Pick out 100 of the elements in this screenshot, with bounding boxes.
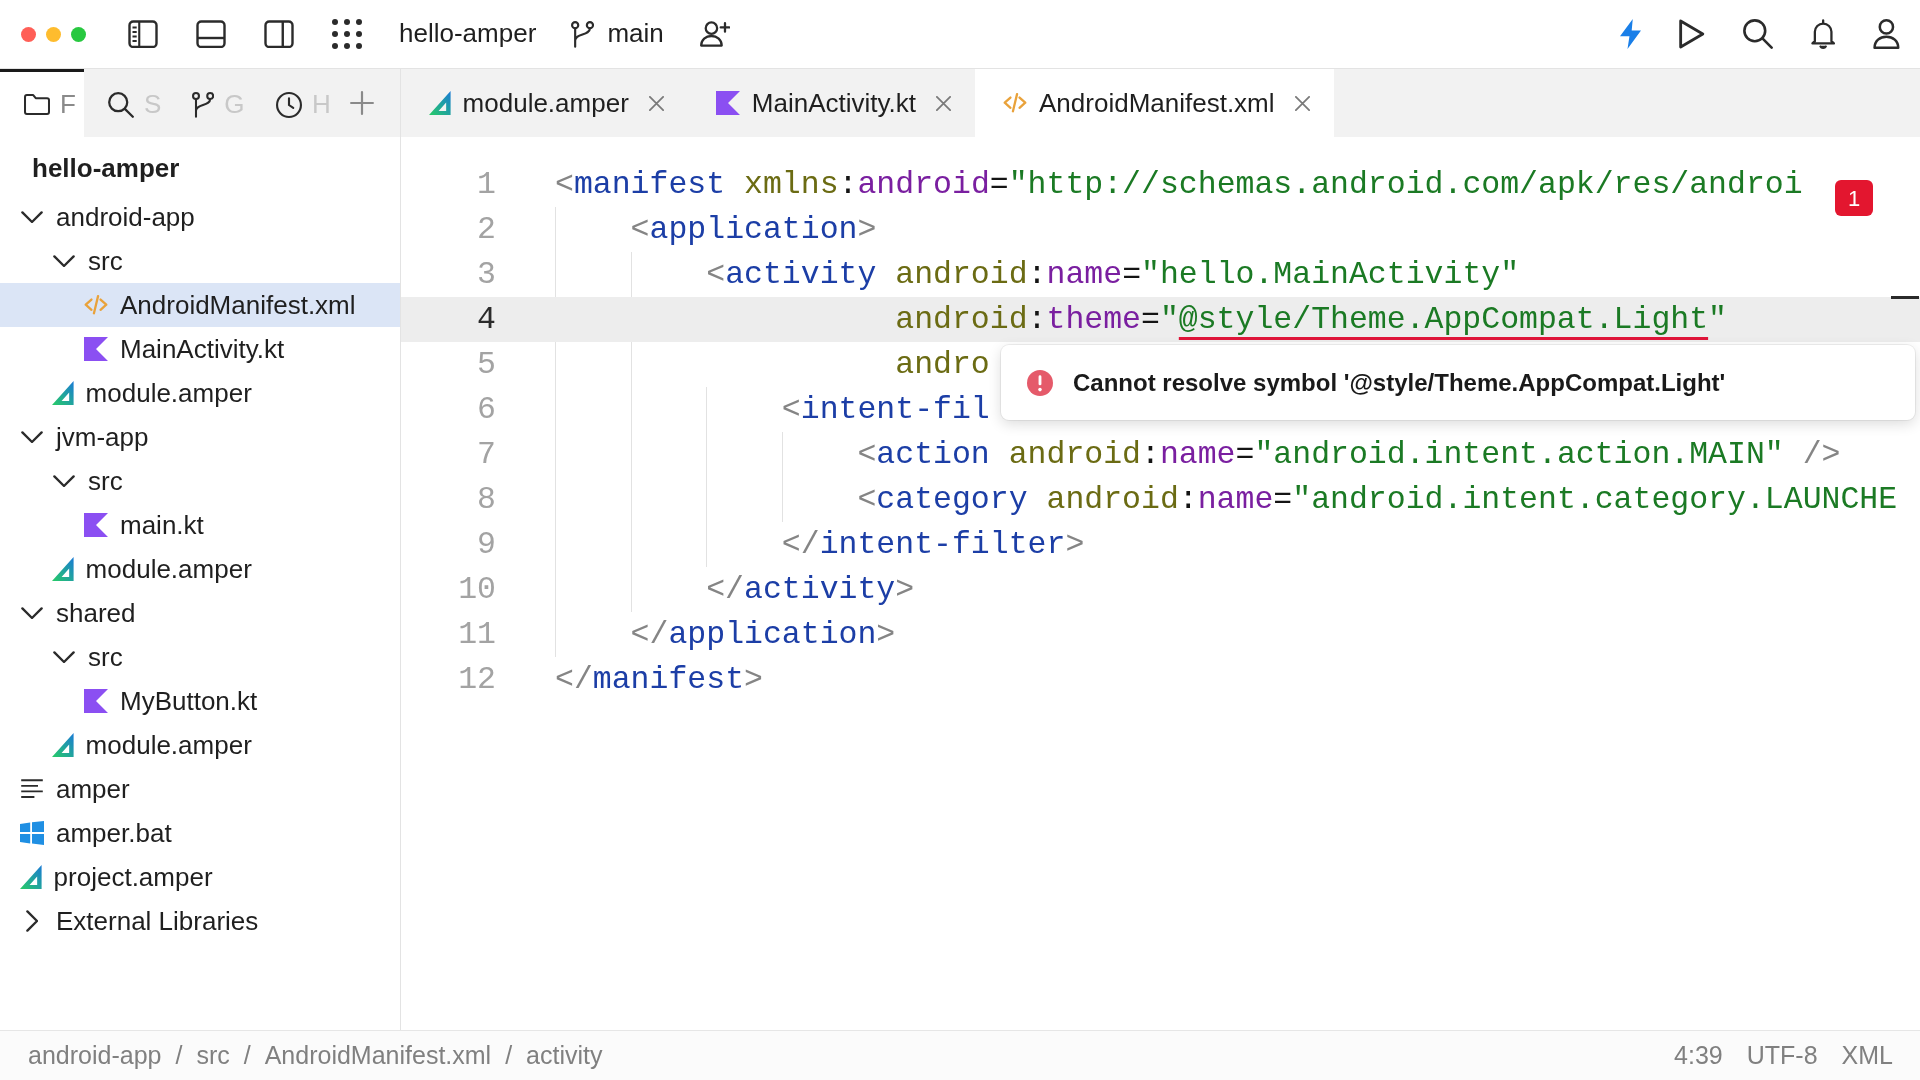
close-icon[interactable]	[936, 95, 951, 111]
triangle-icon	[52, 733, 74, 757]
chevron-right-icon[interactable]	[25, 910, 39, 932]
k-shape-icon	[84, 513, 108, 537]
four-tiles-icon	[20, 821, 44, 845]
tree-item[interactable]: External Libraries	[0, 899, 400, 943]
line-number: 6	[477, 392, 496, 427]
tree-item[interactable]: MainActivity.kt	[0, 327, 400, 371]
code-line: <intent-fil	[781, 391, 990, 429]
search-icon[interactable]	[1742, 19, 1773, 49]
line-number: 2	[477, 212, 496, 247]
project-title: hello-amper	[31, 152, 181, 185]
chevron-down-icon[interactable]	[21, 430, 43, 444]
tree-item[interactable]: AndroidManifest.xml	[0, 283, 400, 327]
tree-item[interactable]: amper	[0, 767, 400, 811]
tree-item[interactable]: main.kt	[0, 503, 400, 547]
branch-icon	[571, 20, 595, 48]
tree-item[interactable]: module.amper	[0, 723, 400, 767]
breadcrumb-separator: /	[505, 1039, 513, 1071]
line-number: 4	[477, 302, 496, 337]
close-icon[interactable]	[648, 95, 664, 111]
caret-position[interactable]: 4:39	[1674, 1036, 1723, 1075]
code-line: </activity>	[706, 571, 915, 609]
bell-icon[interactable]	[1810, 19, 1836, 49]
code-line: <category android:name="android.intent.category.LAUNCHE	[857, 481, 1898, 519]
tree-item[interactable]: shared	[0, 591, 400, 635]
search-icon	[108, 91, 134, 118]
left-panel-icon[interactable]	[128, 19, 158, 49]
plus-icon[interactable]	[350, 91, 374, 115]
line-number: 1	[477, 167, 496, 202]
breadcrumb-separator: /	[175, 1039, 183, 1071]
branch-icon	[192, 91, 215, 118]
k-shape-icon	[715, 91, 740, 115]
chevron-down-icon[interactable]	[21, 606, 43, 620]
error-count[interactable]: 1	[1835, 180, 1873, 216]
editor-tab[interactable]: module.amper	[401, 69, 688, 137]
code-line: <activity android:name="hello.MainActivity"	[706, 256, 1520, 294]
grid-icon[interactable]	[332, 19, 362, 49]
tree-item[interactable]: module.amper	[0, 547, 400, 591]
editor-tab[interactable]: MainActivity.kt	[687, 69, 975, 137]
code-icon	[84, 295, 108, 315]
tree-item[interactable]: module.amper	[0, 371, 400, 415]
branch-selector[interactable]: main	[571, 18, 664, 50]
tree-item[interactable]: android-app	[0, 195, 400, 239]
bottom-panel-icon[interactable]	[196, 19, 226, 49]
scrollbar-marker	[1891, 296, 1919, 299]
user-icon[interactable]	[1873, 19, 1900, 49]
code-line: <application>	[630, 211, 877, 249]
chevron-down-icon[interactable]	[53, 474, 75, 488]
line-number: 12	[458, 662, 496, 697]
breadcrumb-item[interactable]: AndroidManifest.xml	[264, 1036, 492, 1075]
tree-item[interactable]: jvm-app	[0, 415, 400, 459]
breadcrumb-item[interactable]: android-app	[28, 1036, 162, 1075]
breadcrumb-separator: /	[243, 1039, 251, 1071]
right-panel-icon[interactable]	[264, 19, 294, 49]
close-window-icon[interactable]	[21, 26, 36, 42]
k-shape-icon	[84, 337, 108, 361]
error-message: Cannot resolve symbol '@style/Theme.AppCompat.Light'	[1073, 367, 1726, 398]
close-icon[interactable]	[1294, 95, 1310, 111]
chevron-down-icon[interactable]	[53, 254, 75, 268]
code-line: </intent-filter>	[781, 526, 1085, 564]
tree-item[interactable]: src	[0, 239, 400, 283]
code-line: <action android:name="android.intent.action.MAIN" />	[857, 436, 1841, 474]
triangle-icon	[52, 381, 74, 405]
line-number: 3	[477, 257, 496, 292]
chevron-down-icon[interactable]	[53, 650, 75, 664]
tree-item[interactable]: src	[0, 635, 400, 679]
chevron-down-icon[interactable]	[21, 210, 43, 224]
triangle-icon	[429, 91, 451, 115]
tree-item[interactable]: MyButton.kt	[0, 679, 400, 723]
code-line: </manifest>	[555, 661, 763, 699]
tree-item[interactable]: project.amper	[0, 855, 400, 899]
code-line: android:theme="@style/Theme.AppCompat.Light"	[895, 301, 1727, 339]
encoding-selector[interactable]: UTF-8	[1746, 1036, 1818, 1075]
project-selector[interactable]: hello-amper	[399, 18, 537, 50]
tree-item[interactable]: src	[0, 459, 400, 503]
line-number: 11	[458, 617, 496, 652]
code-line: <manifest xmlns:android="http://schemas.android.com/apk/res/androi	[555, 166, 1803, 204]
file-type-label[interactable]: XML	[1841, 1036, 1893, 1075]
triangle-icon	[52, 557, 74, 581]
breadcrumb-item[interactable]: src	[196, 1036, 230, 1075]
triangle-icon	[20, 865, 42, 889]
line-number: 8	[477, 482, 496, 517]
line-number: 7	[477, 437, 496, 472]
error-icon	[1027, 369, 1053, 396]
k-shape-icon	[84, 689, 108, 713]
code-line: </application>	[630, 616, 896, 654]
line-number: 9	[477, 527, 496, 562]
code-icon	[1003, 93, 1027, 113]
clock-icon	[276, 91, 302, 118]
tree-item[interactable]: amper.bat	[0, 811, 400, 855]
line-number: 10	[458, 572, 496, 607]
folder-icon	[24, 94, 50, 115]
code-line: andro	[895, 346, 990, 384]
add-user-icon[interactable]	[699, 21, 730, 47]
lightning-icon[interactable]	[1620, 19, 1642, 49]
breadcrumb-item[interactable]: activity	[526, 1036, 603, 1075]
line-number: 5	[477, 347, 496, 382]
play-icon[interactable]	[1679, 19, 1705, 49]
editor-tab[interactable]: AndroidManifest.xml	[975, 69, 1334, 137]
